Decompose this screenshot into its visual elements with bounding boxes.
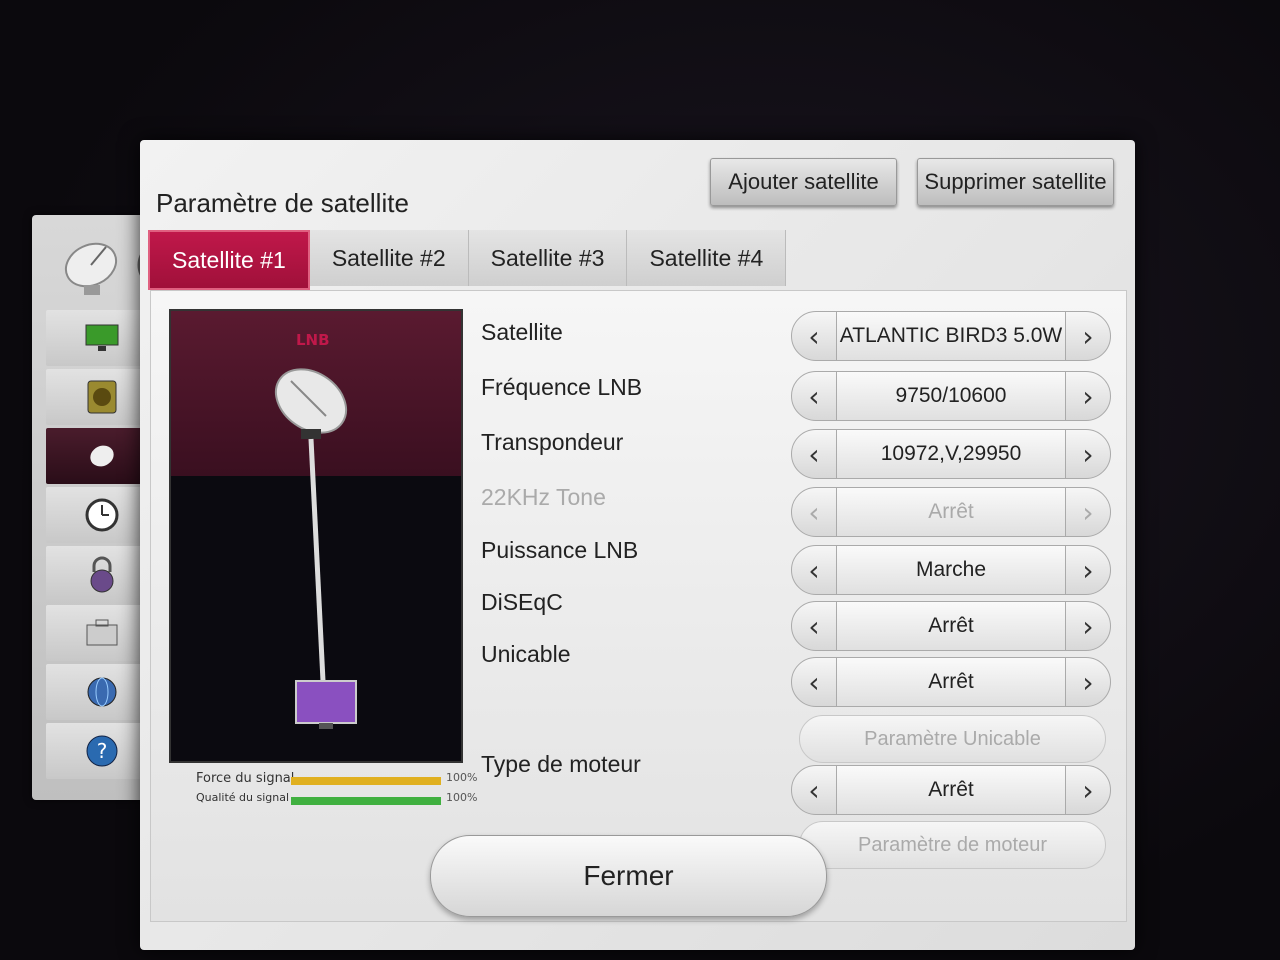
chevron-right-icon[interactable]: ›	[1065, 371, 1111, 421]
chevron-right-icon[interactable]: ›	[1065, 311, 1111, 361]
lock-icon	[90, 556, 114, 593]
speaker-icon	[87, 380, 117, 414]
diseqc-selector: ‹ Arrêt ›	[791, 601, 1111, 651]
monitor-icon	[85, 324, 119, 351]
unicable-label: Unicable	[481, 641, 571, 667]
signal-indicator: Force du signal 100% Qualité du signal 1…	[176, 771, 477, 831]
chevron-left-icon[interactable]: ‹	[791, 311, 837, 361]
chevron-right-icon[interactable]: ›	[1065, 601, 1111, 651]
chevron-right-icon: ›	[1065, 487, 1111, 537]
satellite-settings-dialog: Paramètre de satellite Ajouter satellite…	[140, 140, 1135, 950]
chevron-left-icon: ‹	[791, 487, 837, 537]
svg-text:?: ?	[97, 739, 108, 763]
dialog-title: Paramètre de satellite	[156, 188, 409, 218]
delete-satellite-button[interactable]: Supprimer satellite	[917, 158, 1114, 206]
tone-22khz-label: 22KHz Tone	[481, 484, 606, 510]
chevron-right-icon[interactable]: ›	[1065, 657, 1111, 707]
tab-satellite-1[interactable]: Satellite #1	[148, 230, 310, 290]
diseqc-label: DiSEqC	[481, 589, 563, 615]
motor-type-selector: ‹ Arrêt ›	[791, 765, 1111, 815]
signal-quality-value: 100%	[446, 791, 478, 804]
satellite-label: Satellite	[481, 319, 563, 345]
unicable-settings-button: Paramètre Unicable	[799, 715, 1106, 763]
tab-satellite-4[interactable]: Satellite #4	[627, 230, 787, 286]
transponder-selector: ‹ 10972,V,29950 ›	[791, 429, 1111, 479]
diseqc-value[interactable]: Arrêt	[837, 601, 1065, 651]
unicable-selector: ‹ Arrêt ›	[791, 657, 1111, 707]
tv-screen: ? Paramètre de satellite Ajouter satelli…	[0, 0, 1280, 960]
chevron-left-icon[interactable]: ‹	[791, 545, 837, 595]
transponder-value[interactable]: 10972,V,29950	[837, 429, 1065, 479]
transponder-label: Transpondeur	[481, 429, 624, 455]
signal-strength-bar	[291, 777, 441, 785]
help-icon: ?	[86, 735, 118, 767]
signal-strength-label: Force du signal	[196, 771, 295, 786]
briefcase-icon	[86, 619, 118, 646]
chevron-left-icon[interactable]: ‹	[791, 601, 837, 651]
satellite-dish-icon	[90, 445, 114, 467]
lnb-preview: LNB	[169, 309, 463, 763]
chevron-right-icon[interactable]: ›	[1065, 545, 1111, 595]
satellite-settings-panel: LNB Force du signal 100% Qualité du sign…	[150, 290, 1127, 922]
tab-satellite-3[interactable]: Satellite #3	[468, 230, 628, 286]
chevron-left-icon[interactable]: ‹	[791, 371, 837, 421]
satellite-selector: ‹ ATLANTIC BIRD3 5.0W ›	[791, 311, 1111, 361]
lnb-frequency-selector: ‹ 9750/10600 ›	[791, 371, 1111, 421]
satellite-dish-diagram	[274, 368, 357, 729]
motor-type-label: Type de moteur	[481, 751, 641, 777]
chevron-left-icon[interactable]: ‹	[791, 765, 837, 815]
lnb-frequency-label: Fréquence LNB	[481, 374, 643, 400]
tone-22khz-value: Arrêt	[837, 487, 1065, 537]
signal-quality-label: Qualité du signal	[196, 791, 290, 804]
clock-icon	[85, 498, 119, 532]
signal-strength-value: 100%	[446, 771, 478, 784]
tone-22khz-selector: ‹ Arrêt ›	[791, 487, 1111, 537]
add-satellite-button[interactable]: Ajouter satellite	[710, 158, 897, 206]
unicable-value[interactable]: Arrêt	[837, 657, 1065, 707]
close-button[interactable]: Fermer	[430, 835, 827, 917]
satellite-value[interactable]: ATLANTIC BIRD3 5.0W	[837, 311, 1065, 361]
lnb-power-label: Puissance LNB	[481, 537, 639, 563]
lnb-power-selector: ‹ Marche ›	[791, 545, 1111, 595]
satellite-tabs: Satellite #1 Satellite #2 Satellite #3 S…	[148, 230, 787, 290]
chevron-right-icon[interactable]: ›	[1065, 429, 1111, 479]
motor-type-value[interactable]: Arrêt	[837, 765, 1065, 815]
globe-icon	[87, 677, 117, 707]
motor-settings-button: Paramètre de moteur	[799, 821, 1106, 869]
lnb-frequency-value[interactable]: 9750/10600	[837, 371, 1065, 421]
chevron-right-icon[interactable]: ›	[1065, 765, 1111, 815]
chevron-left-icon[interactable]: ‹	[791, 429, 837, 479]
tab-satellite-2[interactable]: Satellite #2	[309, 230, 469, 286]
chevron-left-icon[interactable]: ‹	[791, 657, 837, 707]
lnb-power-value[interactable]: Marche	[837, 545, 1065, 595]
signal-quality-bar	[291, 797, 441, 805]
